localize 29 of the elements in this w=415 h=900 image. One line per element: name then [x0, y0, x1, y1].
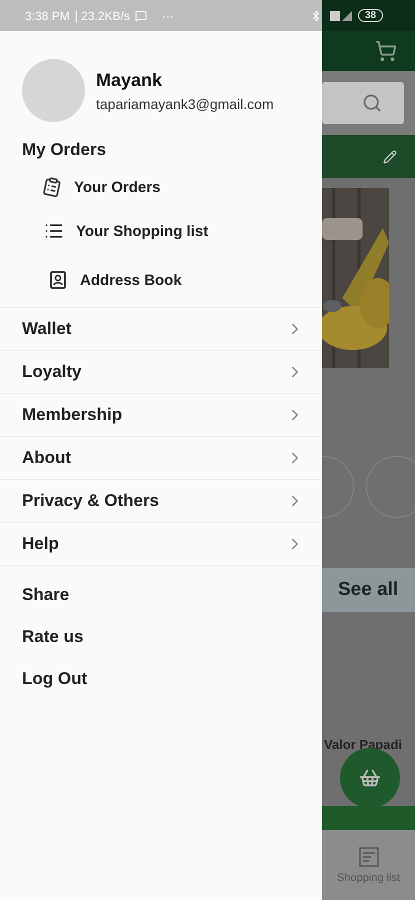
- contact-book-icon: [48, 270, 68, 290]
- menu-item[interactable]: Wallet: [22, 319, 72, 339]
- status-time: 3:38 PM: [25, 8, 70, 22]
- menu-item[interactable]: Share: [22, 585, 70, 605]
- section-title: My Orders: [22, 139, 108, 161]
- search-icon: [362, 93, 382, 113]
- search-field[interactable]: [322, 82, 404, 124]
- cart-icon[interactable]: [375, 40, 397, 62]
- menu-item[interactable]: Your Orders: [74, 178, 160, 196]
- basket-icon: [359, 767, 381, 789]
- message-icon: [134, 10, 147, 22]
- menu-item[interactable]: Membership: [22, 405, 122, 425]
- menu-item[interactable]: Loyalty: [22, 362, 82, 382]
- menu-item[interactable]: Log Out: [22, 669, 88, 689]
- list-icon: [358, 846, 380, 868]
- user-name: Mayank: [96, 70, 164, 90]
- menu-item[interactable]: Address Book: [80, 272, 182, 288]
- menu-item[interactable]: Rate us: [22, 627, 84, 647]
- user-email: tapariamayank3@gmail.com: [96, 96, 274, 112]
- menu-item[interactable]: Privacy & Others: [22, 491, 160, 511]
- pencil-icon[interactable]: [383, 150, 397, 164]
- menu-item[interactable]: Help: [22, 534, 59, 554]
- menu-item[interactable]: Your Shopping list: [76, 222, 208, 240]
- battery-level: 38: [358, 9, 384, 22]
- menu-item[interactable]: About: [22, 448, 72, 468]
- bluetooth-icon: [310, 10, 322, 22]
- product-name: Valor Papadi: [324, 737, 402, 752]
- more-notifications: ···: [162, 8, 174, 22]
- network-speed: | 23.2KB/s: [74, 8, 130, 22]
